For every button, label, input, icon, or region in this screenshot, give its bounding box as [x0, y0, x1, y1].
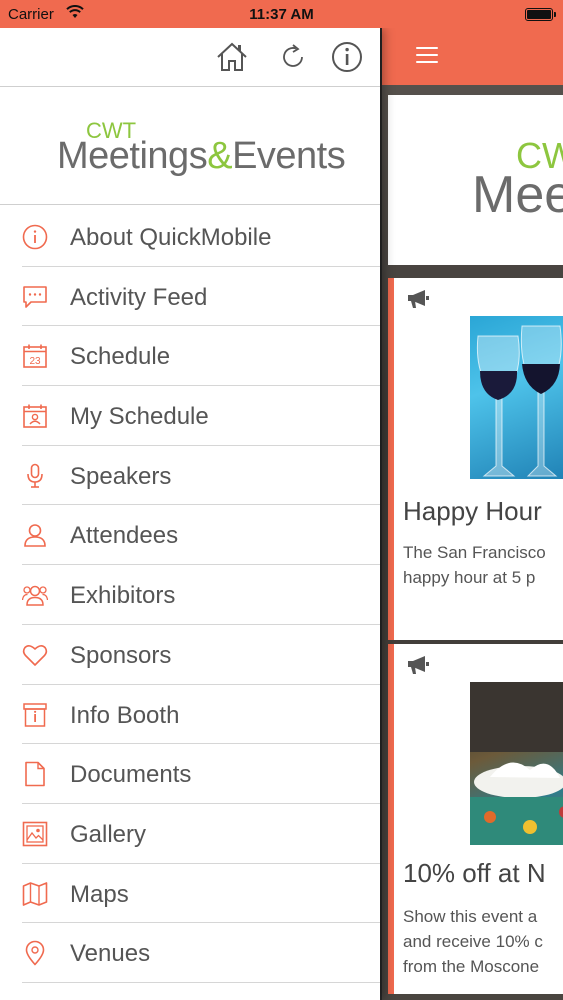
gallery-icon: [22, 821, 48, 847]
menu-item-label: Exhibitors: [70, 582, 176, 610]
map-icon: [22, 881, 48, 906]
menu-item-label: Info Booth: [70, 701, 180, 729]
info-booth-icon: [23, 702, 47, 727]
main-panel: CW Mee Happy Hour The San Francisco happ…: [382, 0, 563, 1000]
menu-item-exhibitors[interactable]: Exhibitors: [0, 565, 380, 625]
wine-glasses-image: [470, 316, 563, 479]
refresh-icon[interactable]: [276, 40, 310, 74]
drawer-toolbar: [0, 28, 380, 87]
group-icon: [22, 585, 48, 606]
menu-item-speakers[interactable]: Speakers: [0, 446, 380, 506]
menu-item-about-quickmobile[interactable]: About QuickMobile: [0, 207, 380, 267]
menu-item-info-booth[interactable]: Info Booth: [0, 685, 380, 745]
clock: 11:37 AM: [249, 6, 314, 23]
feed-card[interactable]: Happy Hour The San Francisco happy hour …: [388, 278, 563, 640]
chat-bubble-icon: [23, 285, 47, 308]
menu-item-label: Activity Feed: [70, 283, 208, 311]
menu-item-label: Schedule: [70, 343, 171, 371]
menu-item-attendees[interactable]: Attendees: [0, 505, 380, 565]
menu-item-gallery[interactable]: Gallery: [0, 804, 380, 864]
main-header: [382, 28, 563, 85]
menu-item-label: About QuickMobile: [70, 224, 272, 251]
menu-item-label: Sponsors: [70, 641, 172, 669]
banner-brand-main: Mee: [472, 166, 563, 224]
card-title: Happy Hour: [403, 496, 542, 526]
card-title: 10% off at N: [403, 858, 546, 888]
megaphone-icon: [408, 656, 429, 674]
card-description: Show this event a and receive 10% c from…: [403, 907, 543, 976]
drawer-menu: About QuickMobile Activity Feed 23 Sched…: [0, 207, 380, 983]
calendar-person-icon: [23, 404, 47, 428]
menu-item-sponsors[interactable]: Sponsors: [0, 625, 380, 685]
document-icon: [25, 761, 45, 787]
restaurant-table-image: [470, 682, 563, 845]
menu-item-label: My Schedule: [70, 403, 209, 431]
menu-item-label: Documents: [70, 761, 192, 789]
menu-item-label: Gallery: [70, 820, 147, 848]
card-description: The San Francisco happy hour at 5 p: [403, 543, 546, 587]
calendar-icon: 23: [23, 344, 47, 369]
hamburger-menu-icon[interactable]: [416, 45, 438, 63]
menu-item-venues[interactable]: Venues: [0, 923, 380, 983]
person-icon: [24, 524, 46, 548]
location-pin-icon: [25, 941, 45, 966]
menu-item-maps[interactable]: Maps: [0, 864, 380, 924]
menu-item-activity-feed[interactable]: Activity Feed: [0, 267, 380, 327]
logo-brand-main: Meetings&Events: [57, 135, 346, 177]
home-icon[interactable]: [215, 40, 249, 74]
feed-card[interactable]: 10% off at N Show this event a and recei…: [388, 644, 563, 994]
status-bar: Carrier 11:37 AM: [0, 0, 563, 28]
menu-item-schedule[interactable]: 23 Schedule: [0, 326, 380, 386]
menu-item-label: Venues: [70, 940, 151, 968]
menu-item-label: Attendees: [70, 522, 179, 550]
menu-item-my-schedule[interactable]: My Schedule: [0, 386, 380, 446]
menu-item-label: Speakers: [70, 462, 172, 490]
svg-text:23: 23: [29, 356, 41, 367]
heart-icon: [22, 644, 48, 666]
navigation-drawer: CWT Meetings&Events About QuickMobile Ac…: [0, 28, 380, 1000]
battery-icon: [525, 8, 556, 21]
megaphone-icon: [408, 290, 429, 308]
main-banner-logo: CW Mee: [388, 95, 563, 265]
info-icon[interactable]: [330, 40, 364, 74]
menu-item-documents[interactable]: Documents: [0, 744, 380, 804]
microphone-icon: [27, 463, 43, 488]
menu-item-label: Maps: [70, 880, 129, 908]
app-logo: CWT Meetings&Events: [0, 86, 380, 205]
info-circle-icon: [22, 224, 48, 250]
